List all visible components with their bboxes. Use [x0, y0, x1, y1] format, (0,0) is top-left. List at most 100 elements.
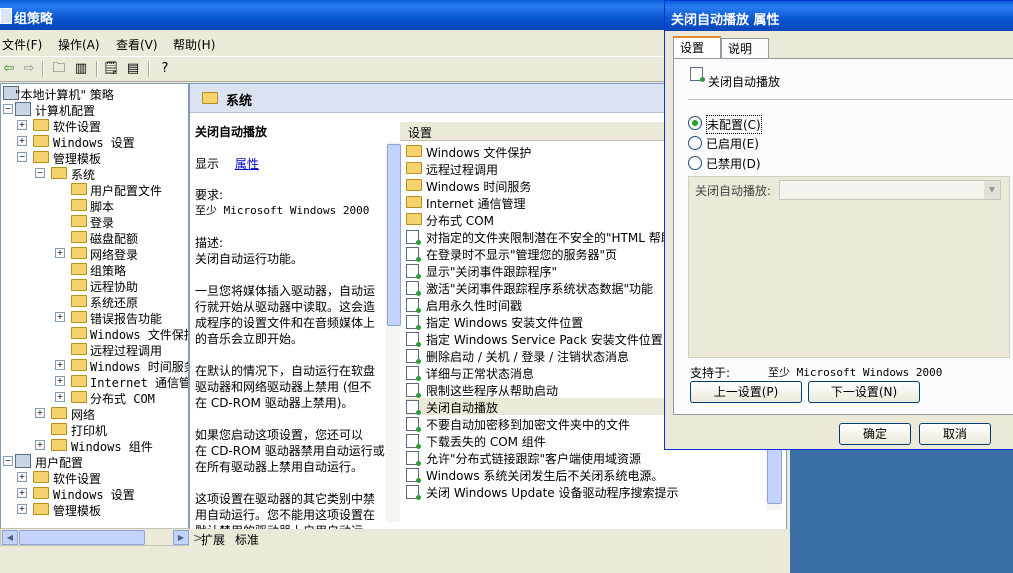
- expand-icon[interactable]: +: [17, 120, 27, 130]
- setting-label: Windows 时间服务: [426, 180, 532, 194]
- settings-policy-row[interactable]: 下载丢失的 COM 组件: [406, 432, 672, 449]
- expand-icon[interactable]: +: [35, 408, 45, 418]
- settings-policy-row[interactable]: 详细与正常状态消息: [406, 364, 672, 381]
- dialog-title: 关闭自动播放 属性: [671, 13, 780, 28]
- expand-icon[interactable]: +: [17, 488, 27, 498]
- settings-folder-row[interactable]: Windows 时间服务: [406, 177, 672, 194]
- menu-file[interactable]: 文件(F): [2, 36, 42, 53]
- main-window-title: 组策略: [14, 12, 54, 27]
- expand-icon[interactable]: +: [55, 248, 65, 258]
- scroll-right-icon[interactable]: ▶: [173, 530, 189, 545]
- label-disabled[interactable]: 已禁用(D): [706, 155, 761, 172]
- settings-policy-row[interactable]: 激活"关闭事件跟踪程序系统状态数据"功能: [406, 279, 672, 296]
- settings-policy-row[interactable]: Windows 系统关闭发生后不关闭系统电源。: [406, 466, 672, 483]
- policy-setting-icon: [406, 247, 421, 262]
- up-folder-icon[interactable]: 🗀: [50, 60, 68, 77]
- back-arrow-icon[interactable]: ⇦: [0, 60, 18, 77]
- tab-standard[interactable]: 标准: [235, 531, 259, 548]
- tab-explain[interactable]: 说明: [721, 38, 769, 59]
- open-folder-icon: [51, 167, 67, 179]
- folder-icon: [33, 151, 49, 163]
- collapse-icon[interactable]: −: [35, 168, 45, 178]
- policy-setting-icon: [406, 468, 421, 483]
- policy-icon: [690, 67, 705, 82]
- expand-icon[interactable]: +: [17, 472, 27, 482]
- scroll-thumb[interactable]: [19, 530, 145, 545]
- settings-column-header[interactable]: 设置: [400, 122, 676, 141]
- help-icon[interactable]: ?: [156, 60, 174, 77]
- expand-icon[interactable]: +: [55, 376, 65, 386]
- description-line: 用自动运行。您不能用这项设置在: [195, 508, 376, 522]
- policy-setting-icon: [406, 383, 421, 398]
- expand-icon[interactable]: +: [17, 136, 27, 146]
- folder-icon: [71, 343, 87, 355]
- settings-policy-row[interactable]: 关闭 Windows Update 设备驱动程序搜索提示: [406, 483, 678, 500]
- settings-policy-row[interactable]: 关闭自动播放: [406, 398, 672, 415]
- expand-icon[interactable]: +: [17, 504, 27, 514]
- scroll-thumb[interactable]: [387, 144, 401, 326]
- menu-action[interactable]: 操作(A): [58, 36, 100, 53]
- autoplay-drive-select[interactable]: ▼: [779, 180, 1001, 200]
- settings-folder-row[interactable]: 远程过程调用: [406, 160, 672, 177]
- setting-name: 关闭自动播放: [708, 75, 781, 89]
- settings-folder-row[interactable]: 分布式 COM: [406, 211, 672, 228]
- settings-policy-row[interactable]: 指定 Windows 安装文件位置: [406, 313, 672, 330]
- next-setting-button[interactable]: 下一设置(N): [808, 381, 920, 403]
- settings-policy-row[interactable]: 限制这些程序从帮助启动: [406, 381, 672, 398]
- radio-disabled[interactable]: [688, 156, 702, 170]
- settings-folder-row[interactable]: Internet 通信管理: [406, 194, 672, 211]
- settings-folder-row[interactable]: Windows 文件保护: [406, 143, 672, 160]
- folder-icon: [33, 471, 49, 483]
- setting-label: 远程过程调用: [426, 163, 499, 177]
- label-enabled[interactable]: 已启用(E): [706, 135, 759, 152]
- label-not-configured[interactable]: 未配置(C): [706, 115, 762, 134]
- folder-icon: [71, 199, 87, 211]
- ok-button[interactable]: 确定: [839, 423, 911, 445]
- view-tabs: > 扩展 标准: [189, 529, 789, 549]
- tab-settings[interactable]: 设置: [673, 36, 721, 60]
- folder-icon: [33, 119, 49, 131]
- collapse-icon[interactable]: −: [3, 104, 13, 114]
- collapse-icon[interactable]: −: [3, 456, 13, 466]
- settings-policy-row[interactable]: 不要自动加密移到加密文件夹中的文件: [406, 415, 672, 432]
- export-list-icon[interactable]: ▤: [124, 60, 142, 77]
- expand-icon[interactable]: +: [35, 440, 45, 450]
- settings-policy-row[interactable]: 删除启动 / 关机 / 登录 / 注销状态消息: [406, 347, 672, 364]
- folder-icon: [71, 247, 87, 259]
- expand-icon[interactable]: +: [55, 360, 65, 370]
- radio-enabled[interactable]: [688, 136, 702, 150]
- show-tree-icon[interactable]: ▥: [72, 60, 90, 77]
- forward-arrow-icon[interactable]: ⇨: [20, 60, 38, 77]
- properties-link[interactable]: 属性: [235, 157, 259, 171]
- expand-icon[interactable]: +: [55, 312, 65, 322]
- radio-not-configured[interactable]: [688, 116, 702, 130]
- properties-dialog: 关闭自动播放 属性 设置 说明 关闭自动播放 未配置(C) 已启用(E) 已禁用…: [664, 0, 1013, 450]
- menu-view[interactable]: 查看(V): [116, 36, 158, 53]
- setting-label: 激活"关闭事件跟踪程序系统状态数据"功能: [426, 282, 654, 296]
- tree-horizontal-scrollbar[interactable]: ◀ ▶: [0, 528, 191, 546]
- setting-label: 启用永久性时间戳: [426, 299, 523, 313]
- previous-setting-button[interactable]: 上一设置(P): [690, 381, 802, 403]
- settings-policy-row[interactable]: 在登录时不显示"管理您的服务器"页: [406, 245, 672, 262]
- scroll-left-icon[interactable]: ◀: [2, 530, 18, 545]
- cancel-button[interactable]: 取消: [919, 423, 991, 445]
- description-scrollbar[interactable]: [386, 142, 401, 522]
- settings-policy-row[interactable]: 允许"分布式链接跟踪"客户端使用域资源: [406, 449, 672, 466]
- settings-policy-row[interactable]: 显示"关闭事件跟踪程序": [406, 262, 672, 279]
- settings-policy-row[interactable]: 指定 Windows Service Pack 安装文件位置: [406, 330, 672, 347]
- folder-icon: [33, 487, 49, 499]
- menu-help[interactable]: 帮助(H): [173, 36, 215, 53]
- settings-policy-row[interactable]: 对指定的文件夹限制潜在不安全的"HTML 帮助: [406, 228, 673, 245]
- properties-icon[interactable]: 🗒: [102, 60, 120, 77]
- expand-icon[interactable]: +: [55, 392, 65, 402]
- folder-icon: [71, 215, 87, 227]
- collapse-icon[interactable]: −: [17, 152, 27, 162]
- setting-label: Windows 系统关闭发生后不关闭系统电源。: [426, 469, 664, 483]
- settings-policy-row[interactable]: 启用永久性时间戳: [406, 296, 672, 313]
- policy-setting-icon: [406, 298, 421, 313]
- description-line: 行就开始从驱动器中读取。这会造: [195, 300, 376, 314]
- folder-icon: [406, 196, 422, 208]
- dialog-title-bar[interactable]: 关闭自动播放 属性: [665, 1, 1013, 31]
- tab-extended[interactable]: 扩展: [201, 531, 225, 548]
- chevron-down-icon[interactable]: ▼: [984, 181, 1000, 199]
